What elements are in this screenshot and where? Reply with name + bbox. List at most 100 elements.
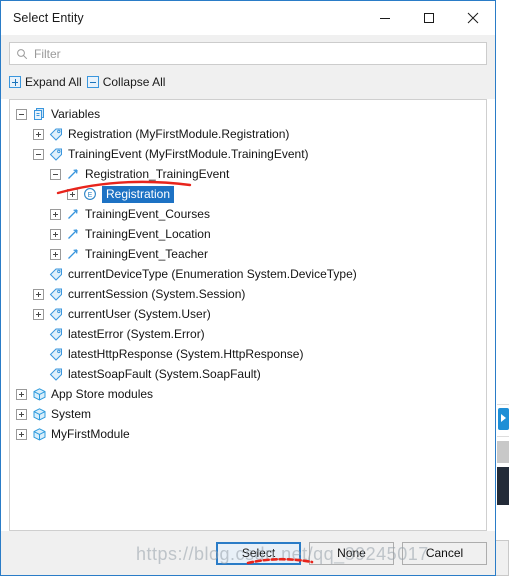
- tag-icon: [48, 326, 64, 342]
- background-dark-block: [497, 467, 509, 505]
- expand-toggle-icon[interactable]: [16, 428, 27, 440]
- select-entity-dialog: Select Entity Filter Expand All Collapse…: [0, 0, 496, 576]
- collapse-all-label: Collapse All: [102, 75, 166, 89]
- tree-row[interactable]: System: [10, 404, 486, 424]
- expand-collapse-row: Expand All Collapse All: [9, 65, 487, 95]
- select-button[interactable]: Select: [216, 541, 301, 565]
- twisty-placeholder: [33, 329, 44, 340]
- tree-row-label: TrainingEvent_Teacher: [85, 247, 208, 261]
- tag-icon: [48, 146, 64, 162]
- tree-row-label: Variables: [51, 107, 101, 121]
- minus-box-icon: [86, 76, 99, 88]
- expand-toggle-icon[interactable]: [50, 248, 61, 260]
- tag-icon: [48, 126, 64, 142]
- expand-toggle-icon[interactable]: [33, 288, 44, 300]
- close-icon: [467, 12, 479, 23]
- tree-row[interactable]: latestSoapFault (System.SoapFault): [10, 364, 486, 384]
- window-title: Select Entity: [13, 10, 84, 25]
- tree-row-label: currentDeviceType (Enumeration System.De…: [68, 267, 357, 281]
- background-divider-bottom: [497, 436, 509, 437]
- association-icon: [65, 226, 81, 242]
- title-bar: Select Entity: [1, 1, 495, 35]
- close-button[interactable]: [451, 2, 495, 34]
- association-icon: [65, 246, 81, 262]
- tag-icon: [48, 346, 64, 362]
- tree-row-label: Registration: [102, 185, 175, 203]
- expand-toggle-icon[interactable]: [16, 408, 27, 420]
- background-bottom-box: [494, 540, 509, 576]
- maximize-icon: [424, 12, 434, 23]
- toolbar-area: Filter Expand All Collapse All: [1, 35, 495, 95]
- tree-row-label: Registration_TrainingEvent: [85, 167, 230, 181]
- tree-row[interactable]: latestHttpResponse (System.HttpResponse): [10, 344, 486, 364]
- tree-row[interactable]: TrainingEvent_Location: [10, 224, 486, 244]
- expand-toggle-icon[interactable]: [50, 208, 61, 220]
- tree-row[interactable]: E Registration: [10, 184, 486, 204]
- collapse-toggle-icon[interactable]: [33, 148, 44, 160]
- tree-row[interactable]: TrainingEvent (MyFirstModule.TrainingEve…: [10, 144, 486, 164]
- tree-row-label: latestSoapFault (System.SoapFault): [68, 367, 261, 381]
- variables-icon: [31, 106, 47, 122]
- twisty-placeholder: [33, 349, 44, 360]
- twisty-placeholder: [33, 269, 44, 280]
- module-icon: [31, 386, 47, 402]
- minimize-button[interactable]: [363, 2, 407, 34]
- tree-row-label: Registration (MyFirstModule.Registration…: [68, 127, 290, 141]
- expand-toggle-icon[interactable]: [33, 128, 44, 140]
- tree-row[interactable]: currentSession (System.Session): [10, 284, 486, 304]
- association-icon: [65, 206, 81, 222]
- background-divider-top: [497, 404, 509, 405]
- tag-icon: [48, 306, 64, 322]
- background-gray-block: [497, 441, 509, 463]
- tree-row[interactable]: Registration (MyFirstModule.Registration…: [10, 124, 486, 144]
- tree-row[interactable]: latestError (System.Error): [10, 324, 486, 344]
- tree-row[interactable]: TrainingEvent_Courses: [10, 204, 486, 224]
- cancel-button[interactable]: Cancel: [402, 541, 487, 565]
- entity-tree-panel[interactable]: Variables Registration (MyFirstModule.Reg…: [9, 99, 487, 531]
- tree-row[interactable]: Registration_TrainingEvent: [10, 164, 486, 184]
- tag-icon: [48, 366, 64, 382]
- entity-icon: E: [82, 186, 98, 202]
- expand-all-label: Expand All: [25, 75, 82, 89]
- background-play-badge: [498, 408, 509, 430]
- minimize-icon: [380, 17, 390, 19]
- expand-toggle-icon[interactable]: [16, 388, 27, 400]
- tree-row-label: latestError (System.Error): [68, 327, 205, 341]
- maximize-button[interactable]: [407, 2, 451, 34]
- search-icon: [10, 48, 34, 60]
- tag-icon: [48, 266, 64, 282]
- none-button[interactable]: None: [309, 541, 394, 565]
- tree-row-label: currentSession (System.Session): [68, 287, 246, 301]
- collapse-toggle-icon[interactable]: [16, 108, 27, 120]
- tree-row-label: TrainingEvent_Courses: [85, 207, 210, 221]
- plus-box-icon: [9, 76, 21, 88]
- tree-row[interactable]: App Store modules: [10, 384, 486, 404]
- collapse-all-button[interactable]: Collapse All: [86, 75, 166, 89]
- tag-icon: [48, 286, 64, 302]
- tree-row[interactable]: Variables: [10, 104, 486, 124]
- association-icon: [65, 166, 81, 182]
- tree-row[interactable]: MyFirstModule: [10, 424, 486, 444]
- tree-row-label: App Store modules: [51, 387, 154, 401]
- twisty-placeholder: [33, 369, 44, 380]
- expand-toggle-icon[interactable]: [67, 188, 78, 200]
- svg-text:E: E: [88, 192, 93, 199]
- tree-row[interactable]: currentDeviceType (Enumeration System.De…: [10, 264, 486, 284]
- expand-toggle-icon[interactable]: [50, 228, 61, 240]
- tree-row[interactable]: currentUser (System.User): [10, 304, 486, 324]
- tree-row-label: latestHttpResponse (System.HttpResponse): [68, 347, 304, 361]
- collapse-toggle-icon[interactable]: [50, 168, 61, 180]
- entity-tree: Variables Registration (MyFirstModule.Reg…: [10, 100, 486, 444]
- module-icon: [31, 426, 47, 442]
- search-placeholder: Filter: [34, 46, 61, 61]
- expand-all-button[interactable]: Expand All: [9, 75, 82, 89]
- tree-row-label: TrainingEvent (MyFirstModule.TrainingEve…: [68, 147, 309, 161]
- expand-toggle-icon[interactable]: [33, 308, 44, 320]
- tree-row-label: currentUser (System.User): [68, 307, 211, 321]
- tree-row-label: MyFirstModule: [51, 427, 130, 441]
- module-icon: [31, 406, 47, 422]
- search-input[interactable]: Filter: [9, 42, 487, 65]
- tree-row[interactable]: TrainingEvent_Teacher: [10, 244, 486, 264]
- dialog-button-bar: Select None Cancel: [1, 531, 495, 575]
- tree-row-label: TrainingEvent_Location: [85, 227, 211, 241]
